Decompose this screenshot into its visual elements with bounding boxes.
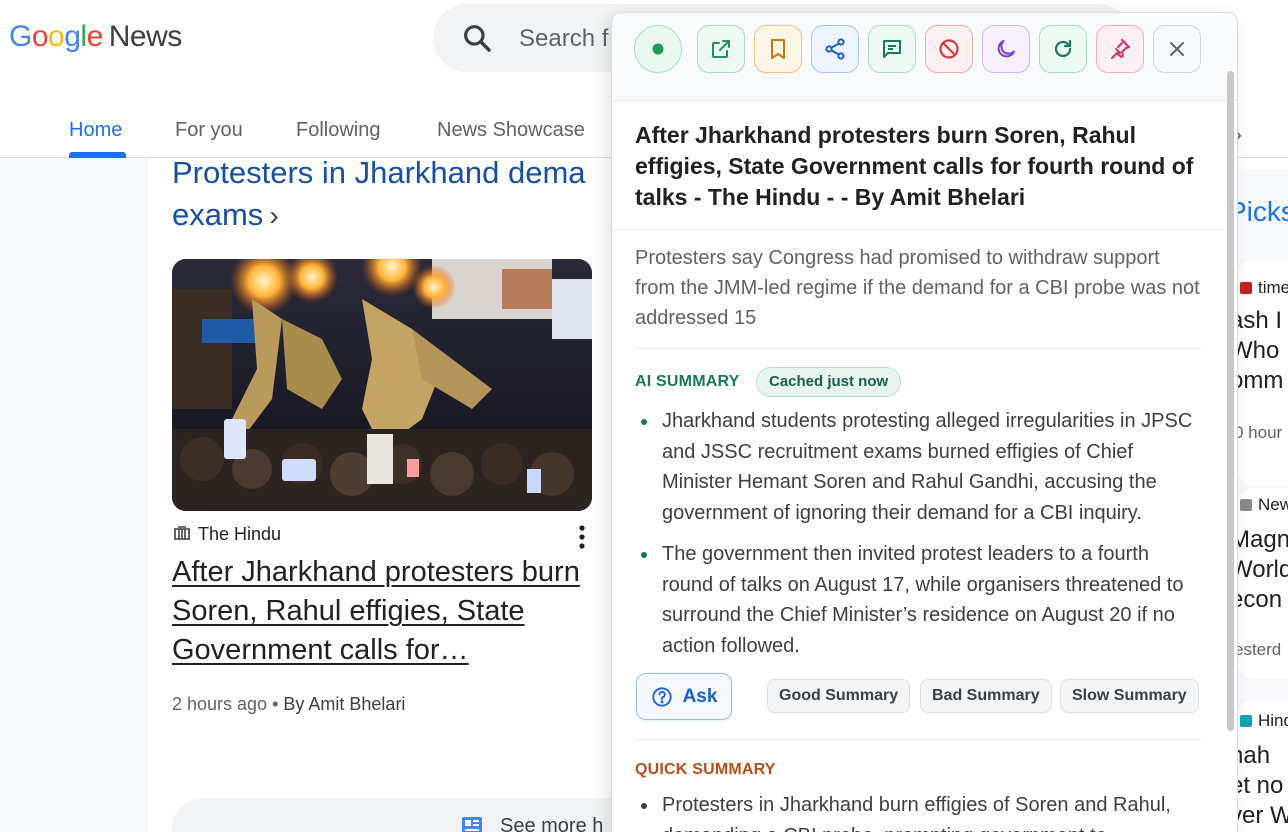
pick-source: New xyxy=(1240,495,1288,515)
story-thumbnail[interactable] xyxy=(172,259,592,511)
pin-button[interactable] xyxy=(1096,25,1144,73)
publisher-logo-icon xyxy=(1240,282,1252,294)
tab-following[interactable]: Following xyxy=(296,119,380,142)
list-item: Jharkhand students protesting alleged ir… xyxy=(635,406,1205,528)
quick-summary-list: Protesters in Jharkhand burn effigies of… xyxy=(635,790,1205,832)
publisher-logo-icon xyxy=(1240,499,1252,511)
pick-time: 0 hour xyxy=(1238,423,1283,442)
list-item: The government then invited protest lead… xyxy=(635,539,1205,661)
logo-letter: o xyxy=(48,20,65,53)
ai-summary-list: Jharkhand students protesting alleged ir… xyxy=(635,406,1205,672)
status-button[interactable] xyxy=(634,25,682,73)
more-options-icon[interactable] xyxy=(572,522,592,552)
slow-summary-button[interactable]: Slow Summary xyxy=(1060,679,1199,713)
open-external-button[interactable] xyxy=(697,25,745,73)
search-input[interactable]: Search f xyxy=(519,25,608,53)
left-gutter xyxy=(0,158,148,832)
see-more-label[interactable]: See more h xyxy=(500,815,603,832)
cached-status-badge: Cached just now xyxy=(756,367,902,397)
chevron-right-icon: › xyxy=(269,200,279,231)
comment-icon xyxy=(883,40,901,58)
pick-title-line[interactable]: Magn xyxy=(1238,525,1288,555)
story-meta: 2 hours ago • By Amit Bhelari xyxy=(172,694,405,715)
picks-column: Picks time ash I Who omm 0 hour New Magn… xyxy=(1238,170,1288,832)
block-icon xyxy=(939,39,959,59)
browser-viewport: Google News Search f Home For you Followi… xyxy=(0,0,1288,832)
comment-button[interactable] xyxy=(868,25,916,73)
pick-title-line[interactable]: ver W xyxy=(1238,801,1288,831)
story-heading-line1: Protesters in Jharkhand dema xyxy=(172,155,586,190)
pick-time: esterd xyxy=(1238,640,1282,659)
summary-extension-panel: After Jharkhand protesters burn Soren, R… xyxy=(611,12,1238,832)
article-description: Protesters say Congress had promised to … xyxy=(635,247,1200,329)
share-button[interactable] xyxy=(811,25,859,73)
refresh-button[interactable] xyxy=(1039,25,1087,73)
story-heading-line2: exams xyxy=(172,197,264,232)
panel-scrollbar[interactable] xyxy=(1227,71,1234,731)
divider xyxy=(635,348,1201,349)
good-summary-button[interactable]: Good Summary xyxy=(767,679,911,713)
ask-label: Ask xyxy=(682,685,718,707)
pin-icon xyxy=(1111,39,1130,59)
tab-news-showcase[interactable]: News Showcase xyxy=(437,119,585,142)
bad-summary-button[interactable]: Bad Summary xyxy=(920,679,1052,713)
pick-title-line[interactable]: ash I xyxy=(1238,306,1282,336)
logo-letter: G xyxy=(9,20,32,53)
list-item: Protesters in Jharkhand burn effigies of… xyxy=(635,790,1205,832)
pick-title-line[interactable]: econ xyxy=(1238,585,1282,615)
close-button[interactable] xyxy=(1153,25,1201,73)
refresh-icon xyxy=(1054,39,1072,58)
pick-title-line[interactable]: Who xyxy=(1238,336,1279,366)
logo-letter: o xyxy=(31,20,49,53)
story-headline-link[interactable]: After Jharkhand protesters burn Soren, R… xyxy=(172,553,582,670)
picks-heading[interactable]: Picks xyxy=(1238,196,1288,228)
story-cluster-heading[interactable]: Protesters in Jharkhand dema exams › xyxy=(172,152,642,237)
pick-source: Hind xyxy=(1240,711,1288,731)
pick-source: time xyxy=(1240,278,1288,298)
story-time: 2 hours ago xyxy=(172,694,268,714)
tab-for-you[interactable]: For you xyxy=(175,119,243,142)
bookmark-button[interactable] xyxy=(754,25,802,73)
divider xyxy=(635,739,1201,740)
logo-news-word: News xyxy=(108,20,183,53)
help-circle-icon xyxy=(651,686,672,707)
panel-toolbar xyxy=(612,13,1237,101)
pick-title-line[interactable]: et no xyxy=(1238,771,1283,801)
logo-letter: e xyxy=(86,20,104,53)
moon-icon xyxy=(997,40,1015,58)
publisher-logo-icon xyxy=(174,526,190,540)
block-button[interactable] xyxy=(925,25,973,73)
share-icon xyxy=(825,38,845,60)
quick-summary-label: QUICK SUMMARY xyxy=(635,761,776,778)
ask-button[interactable]: Ask xyxy=(636,673,732,720)
status-dot-icon xyxy=(652,43,664,55)
tab-home[interactable]: Home xyxy=(69,119,122,142)
external-link-icon xyxy=(712,40,730,58)
pick-title-line[interactable]: omm xyxy=(1238,366,1283,396)
publisher-logo-icon xyxy=(1240,715,1252,727)
dark-mode-button[interactable] xyxy=(982,25,1030,73)
meta-separator: • xyxy=(267,694,284,714)
logo-letter: g xyxy=(64,20,81,53)
google-news-logo[interactable]: Google News xyxy=(9,20,182,54)
bookmark-icon xyxy=(771,39,785,59)
pick-title-line[interactable]: hah xyxy=(1238,741,1270,771)
story-author: By Amit Bhelari xyxy=(283,694,406,714)
article-title: After Jharkhand protesters burn Soren, R… xyxy=(635,122,1194,210)
newspaper-icon xyxy=(462,817,482,832)
pick-title-line[interactable]: World xyxy=(1238,555,1288,585)
search-icon[interactable] xyxy=(461,22,493,54)
protest-effigy-photo xyxy=(172,259,592,511)
divider xyxy=(612,229,1224,230)
close-icon xyxy=(1170,42,1184,56)
source-name: The Hindu xyxy=(198,523,282,544)
story-source[interactable]: The Hindu xyxy=(172,522,281,546)
ai-summary-label: AI SUMMARY xyxy=(635,373,740,390)
